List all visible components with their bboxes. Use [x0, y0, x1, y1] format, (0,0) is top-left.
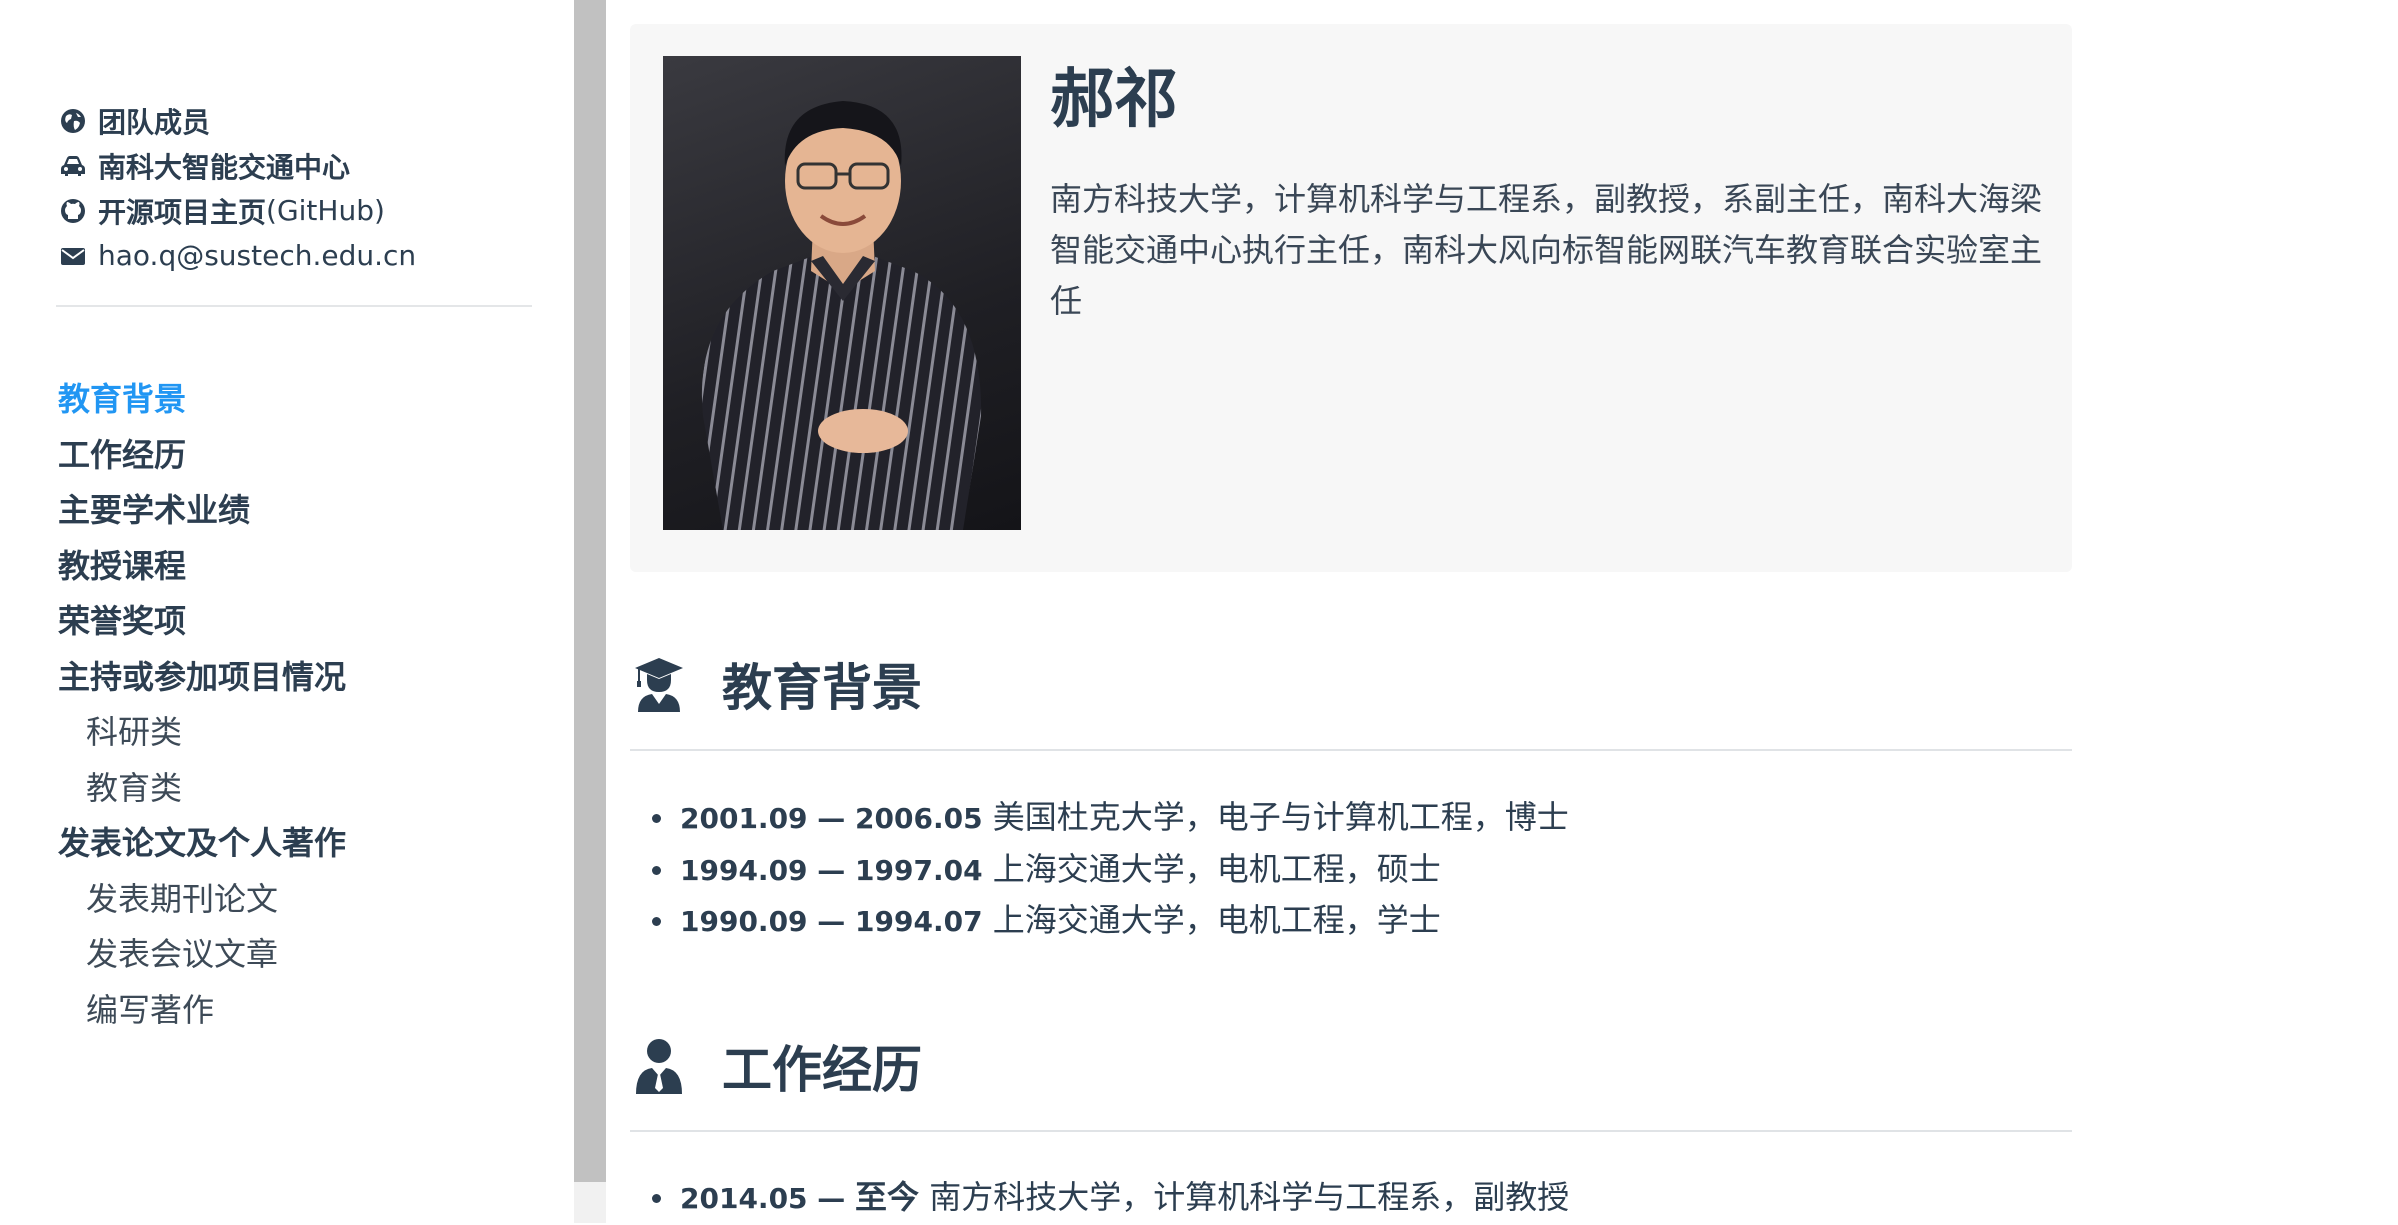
- toc-projects[interactable]: 主持或参加项目情况: [58, 650, 528, 706]
- car-icon: [58, 151, 88, 181]
- email-link[interactable]: hao.q@sustech.edu.cn: [58, 233, 536, 278]
- work-text: 南方科技大学，计算机科学与工程系，副教授: [929, 1178, 1570, 1216]
- its-center-label: 南科大智能交通中心: [98, 150, 351, 184]
- list-item: 2014.05 — 至今 南方科技大学，计算机科学与工程系，副教授: [650, 1172, 1569, 1224]
- work-list: 2014.05 — 至今 南方科技大学，计算机科学与工程系，副教授: [650, 1172, 1569, 1224]
- toc-publications[interactable]: 发表论文及个人著作: [58, 816, 528, 872]
- education-period: 1990.09 — 1994.07: [680, 905, 983, 938]
- education-period: 1994.09 — 1997.04: [680, 853, 983, 887]
- globe-icon: [58, 106, 88, 136]
- toc-work[interactable]: 工作经历: [58, 428, 528, 484]
- sidebar-links: 团队成员 南科大智能交通中心 开源项目主页 (GitHub) hao.q@sust…: [58, 98, 536, 278]
- github-icon: [58, 196, 88, 226]
- toc-journal-papers[interactable]: 发表期刊论文: [58, 872, 528, 928]
- work-divider: [630, 1130, 2072, 1132]
- sidebar-divider: [56, 305, 532, 307]
- team-members-label: 团队成员: [98, 105, 211, 139]
- profile-photo: [663, 56, 1021, 530]
- toc-courses[interactable]: 教授课程: [58, 539, 528, 595]
- toc-books[interactable]: 编写著作: [58, 983, 528, 1039]
- education-heading-text: 教育背景: [722, 659, 922, 717]
- work-heading-text: 工作经历: [722, 1041, 922, 1099]
- toc-education[interactable]: 教育背景: [58, 372, 528, 428]
- toc-achievements[interactable]: 主要学术业绩: [58, 483, 528, 539]
- education-list: 2001.09 — 2006.05 美国杜克大学，电子与计算机工程，博士 199…: [650, 792, 1569, 947]
- list-item: 2001.09 — 2006.05 美国杜克大学，电子与计算机工程，博士: [650, 792, 1569, 844]
- email-label: hao.q@sustech.edu.cn: [98, 239, 417, 272]
- profile-name: 郝祁: [1050, 63, 1178, 137]
- toc-projects-research[interactable]: 科研类: [58, 705, 528, 761]
- profile-card: 郝祁 南方科技大学，计算机科学与工程系，副教授，系副主任，南科大海梁智能交通中心…: [630, 24, 2072, 572]
- team-members-link[interactable]: 团队成员: [58, 98, 536, 143]
- toc-conference-papers[interactable]: 发表会议文章: [58, 927, 528, 983]
- education-text: 上海交通大学，电机工程，硕士: [992, 849, 1441, 888]
- github-link[interactable]: 开源项目主页 (GitHub): [58, 188, 536, 233]
- education-period: 2001.09 — 2006.05: [680, 802, 983, 835]
- work-period-end: 至今: [855, 1178, 920, 1216]
- its-center-link[interactable]: 南科大智能交通中心: [58, 143, 536, 188]
- toc-projects-education[interactable]: 教育类: [58, 761, 528, 817]
- education-text: 美国杜克大学，电子与计算机工程，博士: [992, 798, 1569, 836]
- portrait-illustration: [701, 101, 982, 530]
- sidebar: 团队成员 南科大智能交通中心 开源项目主页 (GitHub) hao.q@sust…: [0, 0, 574, 1223]
- work-heading: 工作经历: [634, 1030, 922, 1102]
- list-item: 1994.09 — 1997.04 上海交通大学，电机工程，硕士: [650, 844, 1569, 896]
- education-divider: [630, 749, 2072, 751]
- user-tie-icon: [634, 1038, 684, 1094]
- graduate-icon: [634, 656, 684, 712]
- education-heading: 教育背景: [634, 648, 922, 720]
- work-period-start: 2014.05 —: [680, 1182, 856, 1215]
- github-label: 开源项目主页: [98, 195, 267, 229]
- education-text: 上海交通大学，电机工程，学士: [992, 901, 1441, 939]
- github-suffix: (GitHub): [266, 194, 385, 227]
- profile-description: 南方科技大学，计算机科学与工程系，副教授，系副主任，南科大海梁智能交通中心执行主…: [1050, 180, 2043, 320]
- envelope-icon: [58, 241, 88, 271]
- table-of-contents: 教育背景 工作经历 主要学术业绩 教授课程 荣誉奖项 主持或参加项目情况 科研类…: [58, 372, 528, 1038]
- work-period: 2014.05 — 至今: [680, 1178, 919, 1216]
- vertical-scrollbar[interactable]: [574, 0, 606, 1223]
- list-item: 1990.09 — 1994.07 上海交通大学，电机工程，学士: [650, 895, 1569, 947]
- toc-honors[interactable]: 荣誉奖项: [58, 594, 528, 650]
- scrollbar-thumb[interactable]: [574, 0, 606, 1182]
